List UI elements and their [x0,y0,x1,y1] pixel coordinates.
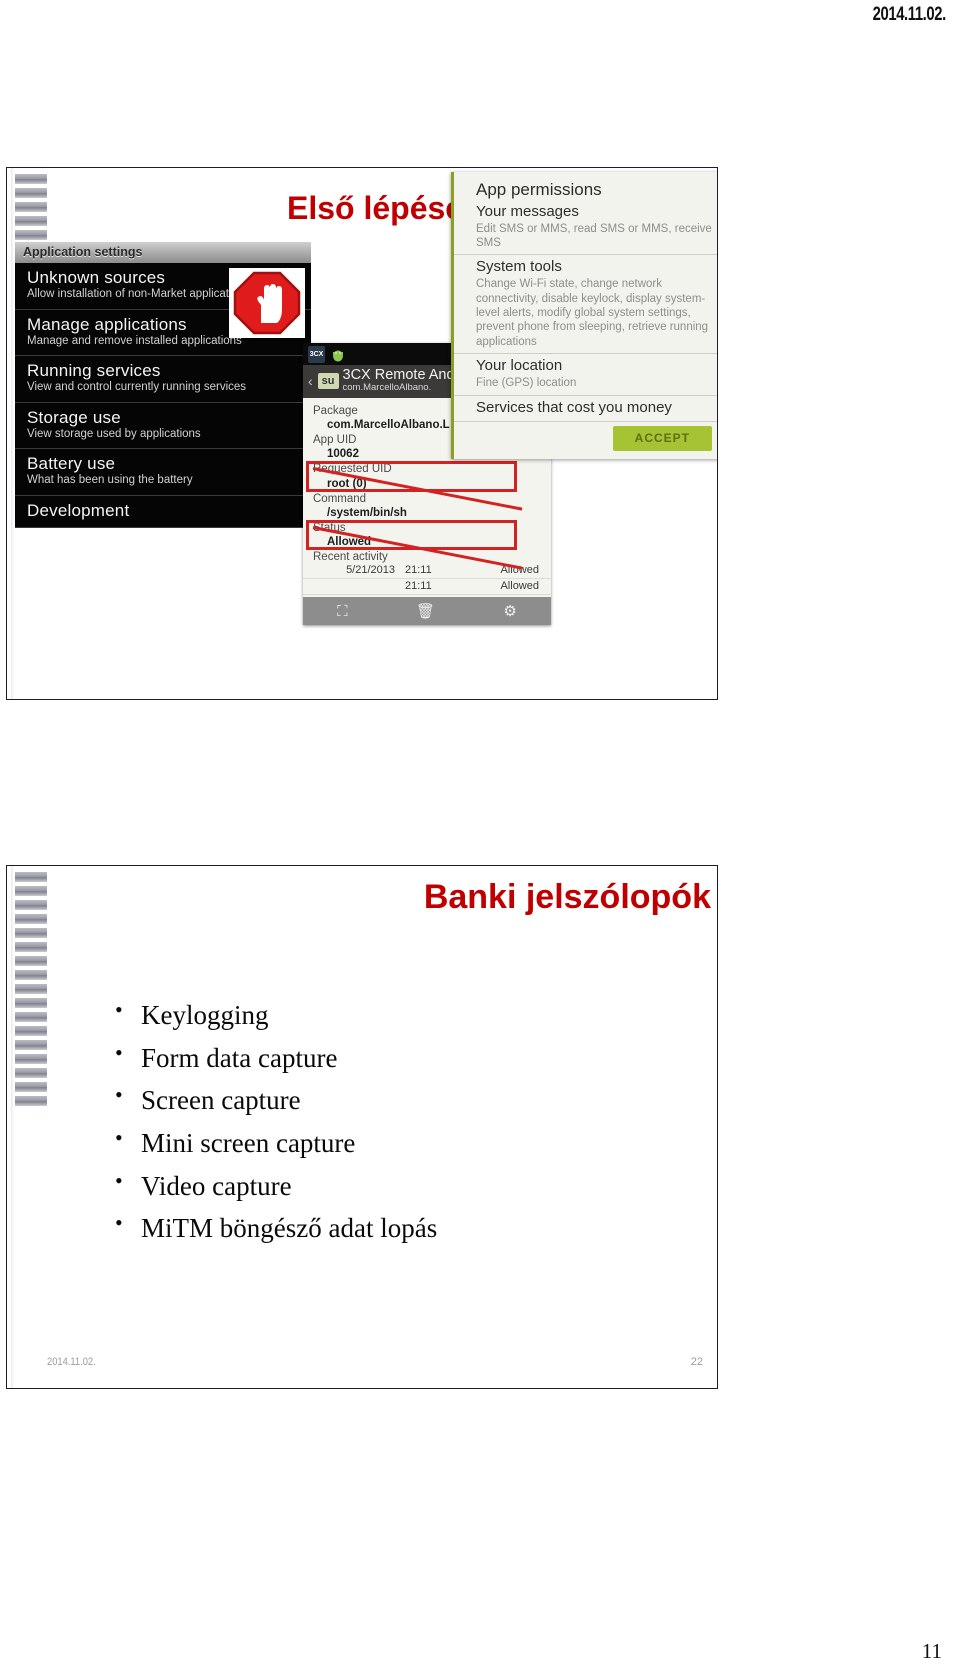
accept-button[interactable]: ACCEPT [612,425,712,451]
stripe-bar [15,942,47,952]
slide-2-bullet-list: Keylogging Form data capture Screen capt… [75,993,715,1250]
superuser-field-status: Status Allowed [303,519,551,551]
permission-group-services-cost-money: Services that cost you money [454,396,717,422]
stripe-bar [15,956,47,966]
settings-item-storage-use[interactable]: Storage use View storage used by applica… [15,402,311,450]
stripe-bar [15,174,47,184]
footer-date: 2014.11.02. [47,1356,96,1368]
stripe-bar [15,872,47,882]
field-label: Requested UID [313,463,392,476]
stripe-bar [15,984,47,994]
stripe-bar [15,1026,47,1036]
stop-hand-icon [229,268,305,338]
settings-item-title: Running services [27,361,161,381]
slide-2-footer: 2014.11.02. 22 [47,1356,703,1368]
permission-title: Your location [476,357,563,375]
settings-item-battery-use[interactable]: Battery use What has been using the batt… [15,449,311,496]
activity-time: 21:11 [405,564,432,577]
stripe-bar [15,998,47,1008]
permission-group-your-location: Your location Fine (GPS) location [454,354,717,396]
activity-status: Allowed [500,580,539,593]
stripe-bar [15,1054,47,1064]
stripe-bar [15,188,47,198]
stripe-bar [15,202,47,212]
superuser-app-name: 3CX Remote Andr [342,367,460,383]
list-item: Video capture [115,1164,715,1208]
permissions-footer: ACCEPT [454,422,717,459]
activity-row: 21:11 Allowed [303,579,551,596]
permission-title: System tools [476,258,562,276]
list-item: MiTM böngésző adat lopás [115,1206,715,1250]
permission-group-system-tools: System tools Change Wi-Fi state, change … [454,255,717,355]
android-robot-icon [329,346,346,363]
activity-date [303,580,405,592]
slide-1: Első lépése Application settings Unknown… [6,167,718,700]
apps-icon[interactable]: ⛶ [337,604,348,619]
su-badge: su [317,372,339,389]
stripe-bar [15,216,47,226]
field-value: /system/bin/sh [327,506,407,519]
slide-2-title: Banki jelszólopók [423,878,711,916]
superuser-field-command: Command /system/bin/sh [303,492,551,521]
trash-icon[interactable]: 🗑 [416,604,435,619]
stripe-bar [15,1040,47,1050]
stripe-bar [15,900,47,910]
superuser-bottom-toolbar: ⛶ 🗑 ⚙ [303,597,551,626]
settings-item-title: Battery use [27,454,116,474]
list-item: Mini screen capture [115,1121,715,1165]
permission-detail: Fine (GPS) location [476,377,577,390]
permission-detail: Edit SMS or MMS, read SMS or MMS, receiv… [476,222,712,249]
settings-item-subtitle: View storage used by applications [27,427,201,440]
activity-status: Allowed [500,564,539,577]
superuser-app-package: com.MarcelloAlbano. [342,382,432,394]
field-value: root (0) [327,477,367,490]
stripe-bar [15,1012,47,1022]
superuser-field-requested-uid: Requested UID root (0) [303,461,551,492]
permission-detail: Change Wi-Fi state, change network conne… [476,278,709,348]
page-number: 11 [921,1639,942,1663]
stripe-bar [15,914,47,924]
field-label: Command [313,492,367,505]
permission-title: Your messages [476,202,579,220]
permission-title: Services that cost you money [476,398,672,416]
activity-row: 5/21/2013 21:11 Allowed [303,563,551,580]
settings-item-development[interactable]: Development [15,495,311,528]
stripe-bar [15,928,47,938]
stripe-bar [15,886,47,896]
settings-item-title: Storage use [27,407,121,427]
settings-item-subtitle: View and control currently running servi… [27,381,247,394]
recent-activity-label: Recent activity [313,551,388,564]
permission-group-your-messages: Your messages Edit SMS or MMS, read SMS … [454,200,717,256]
app-permissions-dialog: App permissions Your messages Edit SMS o… [451,172,717,459]
page-header-date: 2014.11.02. [872,4,947,25]
field-label: Status [313,521,346,534]
activity-date: 5/21/2013 [346,564,395,577]
slide-2: Banki jelszólopók Keylogging Form data c… [6,865,718,1389]
back-chevron-icon[interactable]: ‹ [307,374,314,388]
activity-time: 21:11 [405,580,432,593]
stripe-bar [15,1082,47,1092]
superuser-app-identity: 3CX Remote Andr com.MarcelloAlbano. [342,367,460,394]
slide-1-title: Első lépése [287,190,464,226]
list-item: Form data capture [115,1036,715,1080]
slide-2-stripe-decoration [7,866,47,1388]
settings-icon[interactable]: ⚙ [503,604,516,619]
stripe-bar [15,1096,47,1106]
android-settings-header: Application settings [15,242,311,263]
field-value: Allowed [327,536,372,549]
stripe-bar [15,230,47,240]
settings-item-title: Development [27,500,130,520]
stripe-bar [15,1068,47,1078]
settings-item-running-services[interactable]: Running services View and control curren… [15,356,311,403]
list-item: Keylogging [115,993,715,1037]
permissions-heading: App permissions [476,180,602,199]
list-item: Screen capture [115,1078,715,1122]
settings-item-subtitle: What has been using the battery [27,474,193,487]
threecx-app-icon: 3CX [308,346,325,363]
footer-slide-number: 22 [690,1356,703,1368]
stripe-bar [15,970,47,980]
